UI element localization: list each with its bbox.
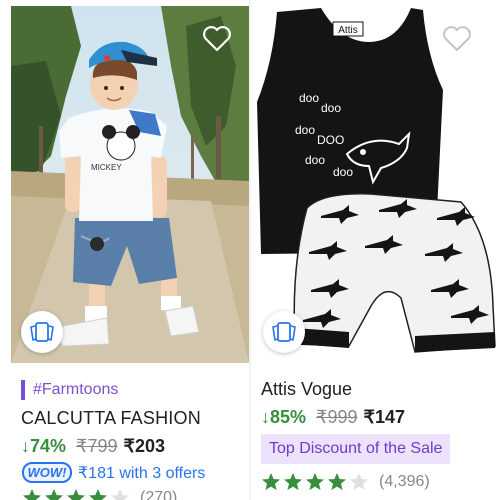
view-similar-button[interactable]	[263, 311, 305, 353]
tag-accent-bar	[21, 380, 25, 400]
star-empty-icon	[111, 489, 129, 500]
selling-price: ₹147	[363, 407, 405, 427]
product-grid: MICKEY #Farmtoons CALCUTTA FASHION ↓74% …	[0, 0, 500, 500]
product-image[interactable]: Attis doo doo doo DOO doo doo	[251, 6, 500, 363]
star-icon	[89, 489, 107, 500]
wishlist-heart-icon[interactable]	[201, 22, 233, 54]
star-icon	[306, 473, 324, 490]
product-brand: CALCUTTA FASHION	[21, 408, 201, 428]
star-icon	[45, 489, 63, 500]
svg-text:doo: doo	[305, 153, 325, 167]
top-discount-tag: Top Discount of the Sale	[261, 434, 451, 464]
view-similar-button[interactable]	[21, 311, 63, 353]
similar-cards-icon	[30, 322, 54, 342]
star-icon	[67, 489, 85, 500]
star-icon	[23, 489, 41, 500]
discount-percent: ↓74%	[21, 436, 67, 456]
price-row: ↓74% ₹799 ₹203	[21, 436, 165, 457]
selling-price: ₹203	[123, 436, 165, 456]
svg-text:DOO: DOO	[317, 133, 344, 147]
sponsored-brand-tag[interactable]: #Farmtoons	[21, 380, 118, 400]
product-image[interactable]: MICKEY	[11, 6, 249, 363]
star-icon	[284, 473, 302, 490]
product-photo-shark-set: Attis doo doo doo DOO doo doo	[251, 6, 500, 363]
star-icon	[262, 473, 280, 490]
similar-cards-icon	[272, 322, 296, 342]
svg-text:doo: doo	[295, 123, 315, 137]
star-icon	[328, 473, 346, 490]
product-card-calcutta-fashion[interactable]: MICKEY #Farmtoons CALCUTTA FASHION ↓74% …	[0, 0, 249, 500]
original-price: ₹799	[76, 436, 118, 456]
star-empty-icon	[350, 473, 368, 490]
rating-count: (270)	[140, 489, 178, 500]
product-brand: Attis Vogue	[261, 379, 353, 399]
rating-count: (4,396)	[379, 473, 430, 490]
discount-percent: ↓85%	[261, 407, 307, 427]
offer-row[interactable]: WOW! ₹181 with 3 offers	[22, 462, 205, 483]
product-photo-boy: MICKEY	[11, 6, 249, 363]
wishlist-heart-icon[interactable]	[441, 22, 473, 54]
rating-row: (270)	[22, 488, 177, 500]
price-row: ↓85% ₹999 ₹147	[261, 407, 405, 428]
svg-text:doo: doo	[321, 101, 341, 115]
svg-text:doo: doo	[299, 91, 319, 105]
original-price: ₹999	[316, 407, 358, 427]
offer-text: ₹181 with 3 offers	[78, 464, 206, 482]
wow-offer-badge: WOW!	[22, 462, 72, 483]
rating-row: (4,396)	[261, 472, 430, 492]
product-card-attis-vogue[interactable]: Attis doo doo doo DOO doo doo Attis Vogu…	[251, 0, 500, 500]
sponsor-tag-text: #Farmtoons	[33, 381, 119, 398]
garment-label: Attis	[338, 25, 357, 36]
svg-text:doo: doo	[333, 165, 353, 179]
svg-text:MICKEY: MICKEY	[91, 163, 122, 172]
